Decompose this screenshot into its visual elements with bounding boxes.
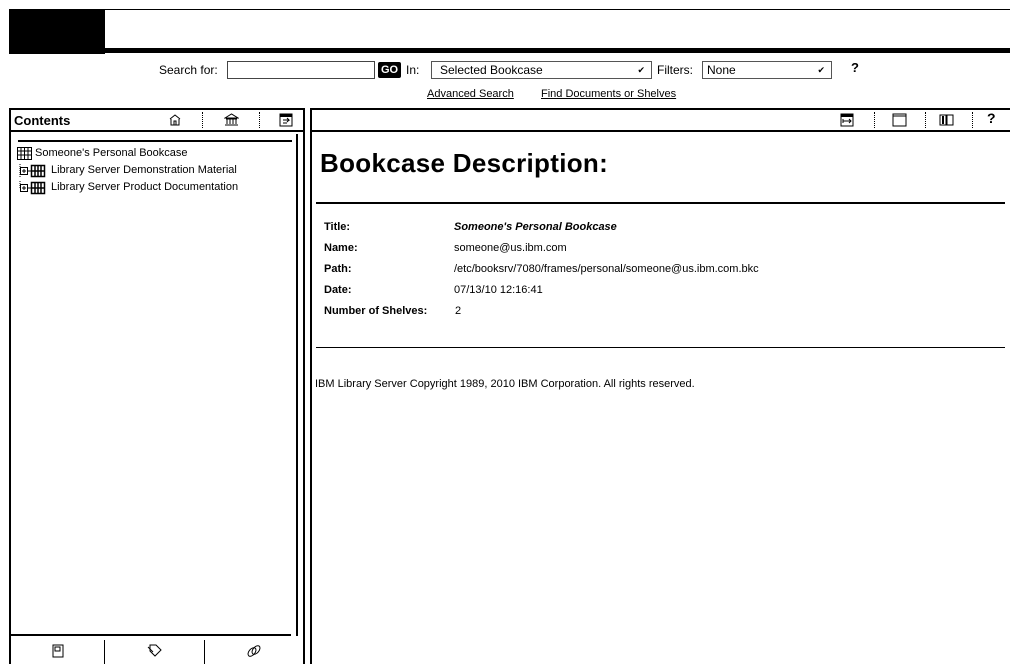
find-documents-link[interactable]: Find Documents or Shelves: [541, 88, 676, 100]
expand-frame-icon[interactable]: [840, 113, 854, 127]
banner-logo-block: [9, 9, 105, 54]
search-help-icon[interactable]: ?: [851, 60, 859, 75]
search-bar: Search for: GO In: Selected Bookcase ✔ F…: [0, 60, 1010, 81]
bookmarks-tab-icon: [147, 644, 162, 657]
contents-pane: Contents Someone's Personal Bookcase Lib…: [9, 108, 305, 664]
chevron-down-icon: ✔: [637, 65, 645, 75]
tree-item-personal-bookcase[interactable]: Someone's Personal Bookcase: [17, 145, 295, 162]
filters-select[interactable]: None ✔: [702, 61, 832, 79]
sync-toc-icon[interactable]: [279, 113, 293, 127]
detail-key: Date:: [324, 284, 352, 296]
go-button[interactable]: GO: [378, 62, 401, 78]
tree-top-rule: [18, 140, 292, 142]
search-input[interactable]: [227, 61, 375, 79]
copyright-notice: IBM Library Server Copyright 1989, 2010 …: [315, 378, 695, 390]
contents-tab-icon: [52, 644, 63, 658]
detail-value: Someone's Personal Bookcase: [454, 221, 617, 233]
search-label: Search for:: [159, 63, 218, 77]
tree-item-label: Library Server Demonstration Material: [51, 164, 237, 176]
help-icon[interactable]: ?: [987, 110, 1001, 126]
book-icon[interactable]: [939, 113, 954, 127]
filters-select-value: None: [707, 63, 736, 77]
in-label: In:: [406, 63, 420, 77]
bookcase-icon: [17, 147, 32, 160]
filters-label: Filters:: [657, 63, 693, 77]
banner-rule: [105, 48, 1010, 53]
tree-item-label: Library Server Product Documentation: [51, 181, 239, 193]
detail-key: Number of Shelves:: [324, 305, 428, 317]
scope-select-value: Selected Bookcase: [440, 63, 543, 77]
contents-scrollbar-edge: [296, 134, 302, 636]
home-icon[interactable]: [168, 113, 182, 127]
library-icon[interactable]: [223, 113, 240, 127]
tree-item-demonstration-material[interactable]: Library Server Demonstration Material: [17, 162, 295, 179]
toolbar-divider: [972, 112, 973, 128]
tab-contents[interactable]: [11, 640, 104, 664]
toolbar-divider: [925, 112, 926, 128]
contents-tree: Someone's Personal Bookcase Library Serv…: [17, 140, 295, 196]
document-toolbar: ?: [312, 110, 1010, 132]
advanced-search-link[interactable]: Advanced Search: [427, 88, 514, 100]
details-rule: [316, 347, 1005, 348]
detail-key: Path:: [324, 263, 352, 275]
toolbar-divider: [874, 112, 875, 128]
tab-bookmarks[interactable]: [104, 640, 204, 664]
document-pane: ? Bookcase Description: Title: Someone's…: [310, 108, 1010, 664]
chevron-down-icon: ✔: [817, 65, 825, 75]
header-divider: [259, 112, 260, 128]
contents-tab-bar: [11, 640, 303, 664]
detail-value: 07/13/10 12:16:41: [454, 284, 543, 296]
detail-value: someone@us.ibm.com: [454, 242, 567, 254]
page-title: Bookcase Description:: [320, 148, 609, 178]
contents-bottom-rule: [11, 634, 291, 636]
detail-key: Name:: [324, 242, 358, 254]
header-divider: [202, 112, 203, 128]
shelf-expand-icon: [19, 164, 46, 178]
detail-value: 2: [455, 305, 462, 317]
links-tab-icon: [247, 645, 261, 657]
contents-title: Contents: [14, 113, 71, 128]
title-rule: [316, 202, 1005, 204]
scope-select[interactable]: Selected Bookcase ✔: [431, 61, 652, 79]
tree-item-label: Someone's Personal Bookcase: [35, 147, 188, 159]
banner: [9, 9, 1010, 54]
tree-item-product-documentation[interactable]: Library Server Product Documentation: [17, 179, 295, 196]
contents-header: Contents: [11, 110, 303, 132]
shelf-expand-icon: [19, 181, 46, 195]
single-frame-icon[interactable]: [892, 113, 907, 127]
detail-value: /etc/booksrv/7080/frames/personal/someon…: [454, 263, 759, 275]
detail-key: Title:: [324, 221, 351, 233]
tab-links[interactable]: [204, 640, 303, 664]
